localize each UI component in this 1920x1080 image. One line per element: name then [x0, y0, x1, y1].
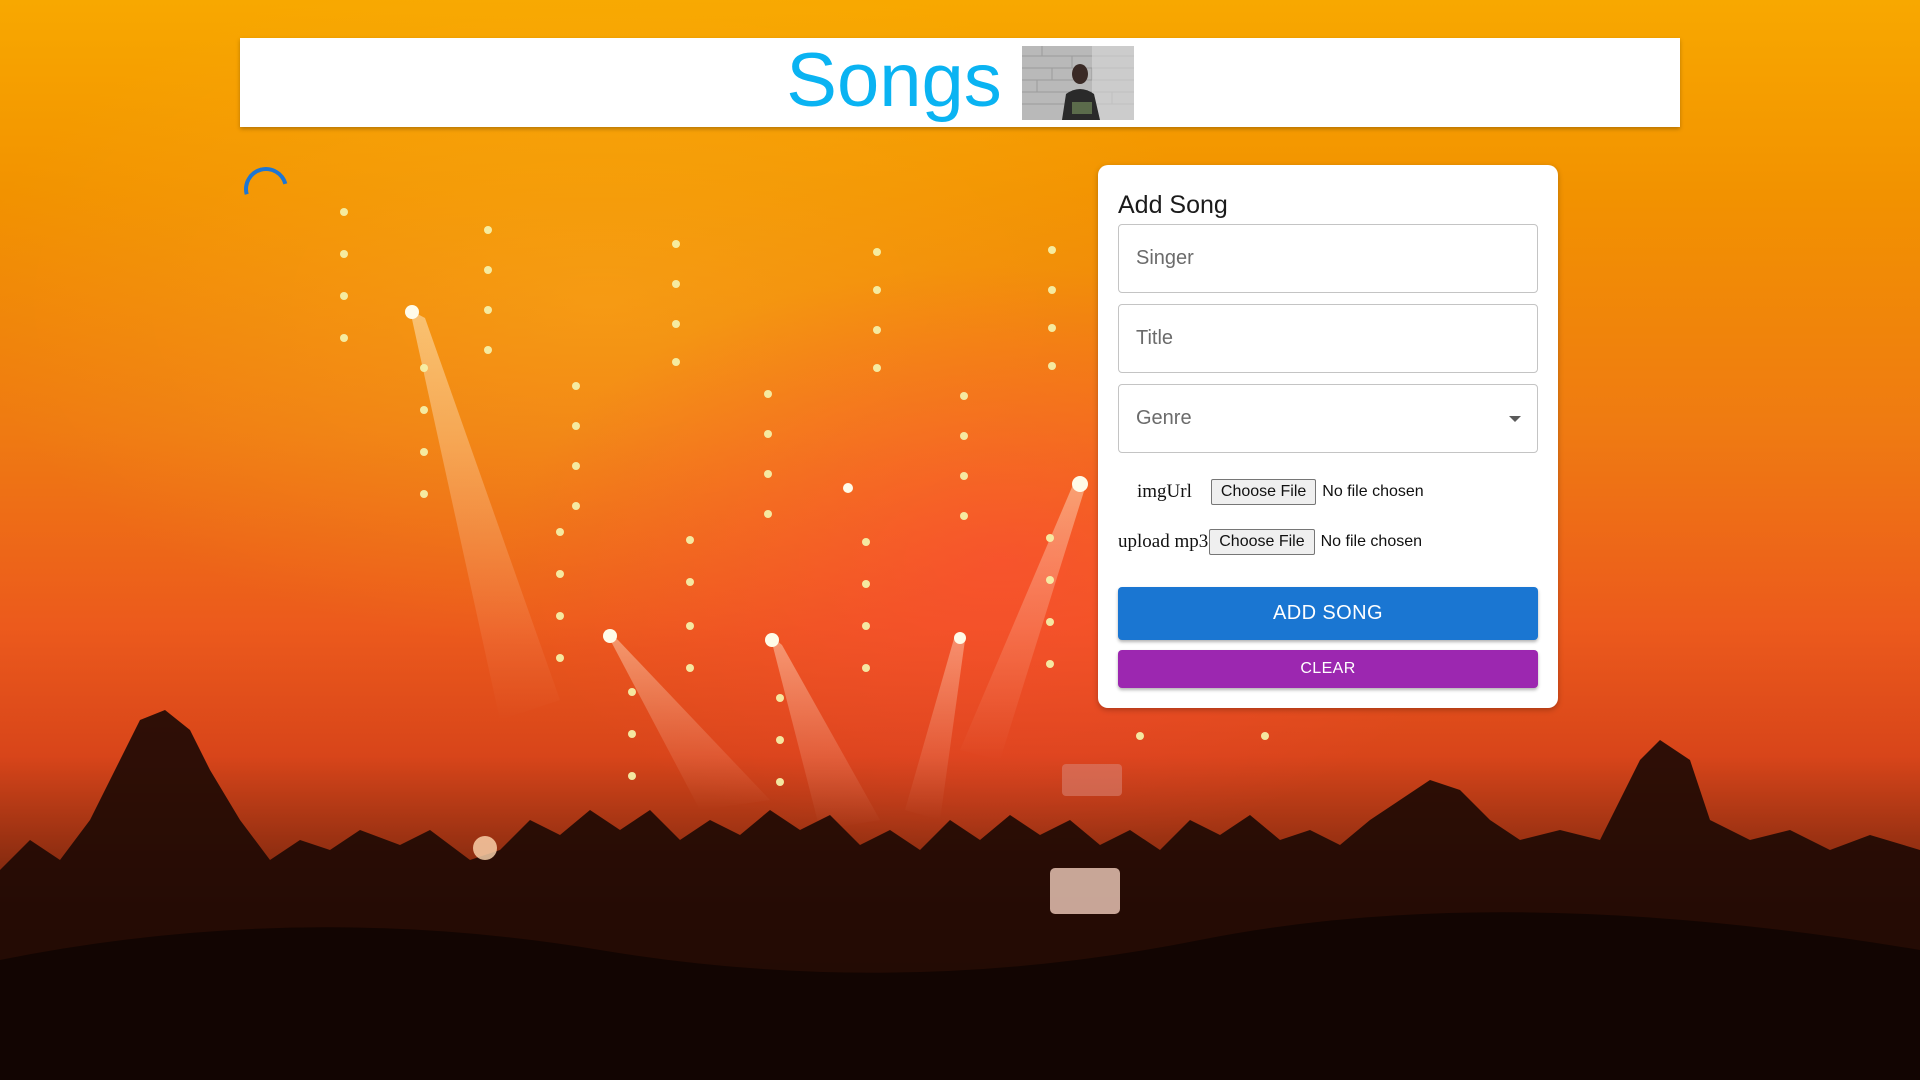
mp3-label: upload mp3: [1118, 531, 1209, 552]
singer-input[interactable]: [1119, 247, 1537, 270]
page-title: Songs: [786, 37, 1002, 123]
img-url-choose-file-button[interactable]: Choose File: [1210, 479, 1317, 505]
singer-field[interactable]: [1118, 224, 1538, 293]
mp3-upload-row: upload mp3 Choose File No file chosen: [1118, 529, 1422, 555]
genre-select[interactable]: Genre: [1118, 384, 1538, 453]
clear-button[interactable]: CLEAR: [1118, 650, 1538, 688]
title-input[interactable]: [1119, 327, 1537, 350]
add-song-button[interactable]: ADD SONG: [1118, 587, 1538, 640]
header-bar: Songs: [240, 38, 1680, 127]
concert-background-image: [0, 208, 1920, 1080]
img-url-upload-row: imgUrl Choose File No file chosen: [1137, 479, 1424, 505]
add-song-card: Add Song Genre imgUrl Choose File No fil…: [1098, 165, 1558, 708]
genre-select-label: Genre: [1136, 407, 1192, 429]
dropdown-arrow-icon: [1509, 415, 1521, 422]
mp3-choose-file-button[interactable]: Choose File: [1209, 529, 1315, 555]
card-title: Add Song: [1118, 191, 1228, 219]
img-url-file-status: No file chosen: [1322, 483, 1424, 500]
img-url-label: imgUrl: [1137, 481, 1192, 502]
singer-photo-thumbnail-icon: [1021, 45, 1134, 120]
mp3-file-status: No file chosen: [1320, 533, 1423, 550]
title-field[interactable]: [1118, 304, 1538, 373]
